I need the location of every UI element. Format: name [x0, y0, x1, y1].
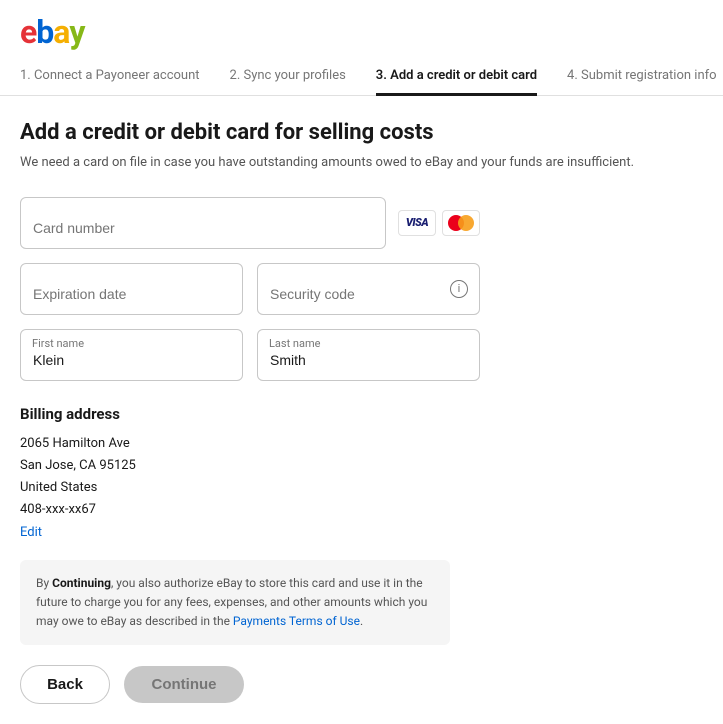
last-name-input[interactable]	[257, 329, 480, 381]
step-4[interactable]: 4. Submit registration info	[567, 68, 717, 95]
expiry-wrapper	[20, 263, 243, 315]
mastercard-icon	[442, 210, 480, 236]
card-form: VISA i	[20, 197, 480, 381]
card-number-wrapper	[20, 197, 386, 249]
continue-button[interactable]: Continue	[124, 666, 244, 703]
card-number-row: VISA	[20, 197, 480, 249]
logo-y: y	[69, 16, 84, 48]
logo-e: e	[20, 16, 36, 48]
main-content: Add a credit or debit card for selling c…	[0, 96, 723, 724]
card-icons: VISA	[398, 210, 480, 236]
mc-right-circle	[458, 215, 474, 231]
back-button[interactable]: Back	[20, 665, 110, 704]
logo-b: b	[36, 16, 53, 48]
billing-line4: 408-xxx-xx67	[20, 499, 703, 521]
payments-tos-link[interactable]: Payments Terms of Use	[233, 614, 360, 628]
name-row: First name Last name	[20, 329, 480, 381]
notice-end: .	[360, 614, 363, 628]
steps-nav: 1. Connect a Payoneer account 2. Sync yo…	[0, 48, 723, 96]
billing-line1: 2065 Hamilton Ave	[20, 433, 703, 455]
button-row: Back Continue	[20, 665, 703, 704]
step-3[interactable]: 3. Add a credit or debit card	[376, 68, 537, 95]
notice-bold: Continuing	[52, 576, 111, 590]
security-wrapper: i	[257, 263, 480, 315]
first-name-wrapper: First name	[20, 329, 243, 381]
edit-billing-link[interactable]: Edit	[20, 525, 42, 540]
step-1[interactable]: 1. Connect a Payoneer account	[20, 68, 200, 95]
ebay-logo: ebay	[20, 16, 703, 48]
header: ebay	[0, 0, 723, 48]
expiry-input[interactable]	[20, 263, 243, 315]
visa-icon: VISA	[398, 210, 436, 236]
logo-a: a	[53, 16, 69, 48]
page-title: Add a credit or debit card for selling c…	[20, 120, 703, 145]
last-name-wrapper: Last name	[257, 329, 480, 381]
card-number-input[interactable]	[20, 197, 386, 249]
billing-line3: United States	[20, 477, 703, 499]
first-name-input[interactable]	[20, 329, 243, 381]
security-info-icon[interactable]: i	[450, 280, 468, 298]
step-2[interactable]: 2. Sync your profiles	[230, 68, 346, 95]
notice-box: By Continuing, you also authorize eBay t…	[20, 560, 450, 646]
billing-section: Billing address 2065 Hamilton Ave San Jo…	[20, 405, 703, 540]
billing-title: Billing address	[20, 405, 703, 423]
page-subtitle: We need a card on file in case you have …	[20, 153, 703, 173]
billing-line2: San Jose, CA 95125	[20, 455, 703, 477]
security-input[interactable]	[257, 263, 480, 315]
expiry-security-row: i	[20, 263, 480, 315]
